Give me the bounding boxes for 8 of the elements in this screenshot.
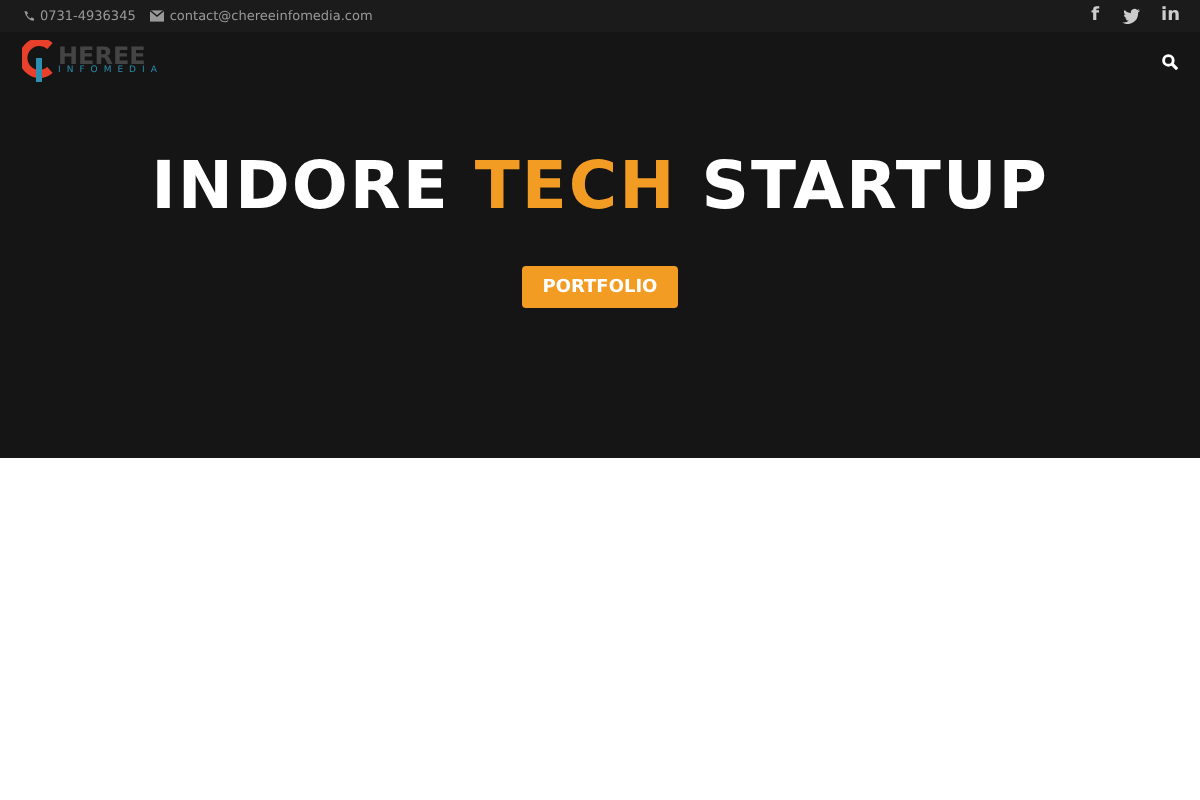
search-icon[interactable] bbox=[1162, 53, 1178, 69]
phone-icon bbox=[22, 10, 34, 22]
facebook-link[interactable]: f bbox=[1091, 6, 1099, 26]
hero-title: INDORE TECH STARTUP bbox=[151, 146, 1049, 224]
linkedin-link[interactable]: in bbox=[1161, 6, 1180, 26]
bird-icon[interactable] bbox=[1121, 8, 1139, 24]
logo-mark-icon bbox=[22, 39, 58, 83]
envelope-icon bbox=[149, 10, 164, 22]
